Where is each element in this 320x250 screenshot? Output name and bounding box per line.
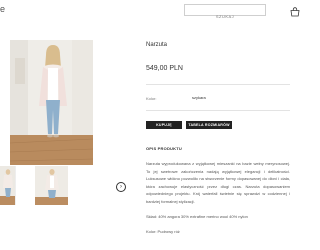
next-image-button[interactable]: › <box>116 182 126 192</box>
chevron-right-icon: › <box>120 184 122 190</box>
divider <box>146 110 290 111</box>
divider <box>146 84 290 85</box>
search-box[interactable] <box>184 4 266 22</box>
color-option[interactable]: szykara <box>192 95 206 100</box>
product-thumbnail[interactable] <box>0 166 16 205</box>
cart-icon[interactable] <box>290 4 300 17</box>
product-title: Narzuta <box>146 42 168 48</box>
product-price: 549,00 PLN <box>146 65 183 72</box>
description-text: Narzuta wyprodukowana z wyjątkowej miesz… <box>146 160 290 243</box>
product-main-image[interactable] <box>10 40 93 165</box>
search-input[interactable] <box>185 11 265 22</box>
description-paragraph: Narzuta wyprodukowana z wyjątkowej miesz… <box>146 161 290 204</box>
description-heading: OPIS PRODUKTU <box>146 146 182 151</box>
composition-text: Skład: 40% angora 30% extrafine merino w… <box>146 213 248 219</box>
size-table-button[interactable]: TABELA ROZMIARÓW <box>186 121 232 129</box>
logo-fragment[interactable]: e <box>0 4 5 14</box>
product-thumbnail[interactable] <box>35 166 68 205</box>
buy-button[interactable]: KUPUJĘ <box>146 121 182 129</box>
color-description-text: Kolor: Pudrowy róż <box>146 228 180 234</box>
color-label: Kolor: <box>146 96 157 101</box>
